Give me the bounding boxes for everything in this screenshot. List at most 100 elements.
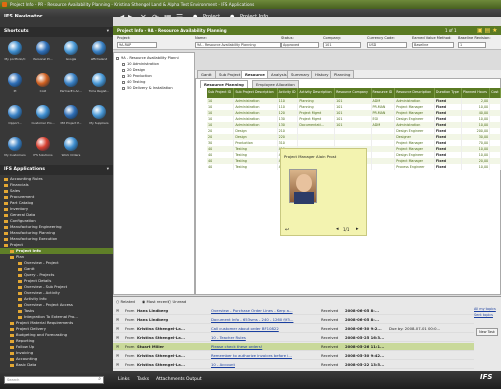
- nav-tree-label: Tasks: [24, 308, 35, 313]
- grid-column-header[interactable]: Resource Description: [394, 88, 435, 98]
- search-placeholder: Search: [7, 378, 20, 382]
- shortcuts-header[interactable]: Shortcuts ▾: [0, 27, 113, 37]
- field-value-input[interactable]: USD: [367, 42, 407, 48]
- grid-column-header[interactable]: Sub Project Description: [233, 88, 278, 98]
- grid-column-header[interactable]: Resource ID: [371, 88, 396, 98]
- project-tree-label: 10 Administration: [127, 62, 160, 66]
- nav-tree-label: Procurement: [10, 194, 35, 199]
- shortcut-item[interactable]: Opport...: [2, 103, 28, 133]
- field-value-input[interactable]: 101: [323, 42, 361, 48]
- nav-tree-label: General Data: [10, 212, 36, 217]
- grid-column-header[interactable]: Duration Type: [434, 88, 463, 98]
- subtab-employee-allocation[interactable]: Employee Allocation: [252, 80, 299, 88]
- filter-radio[interactable]: ◉ Most recent: [142, 299, 169, 304]
- expand-icon[interactable]: [116, 56, 119, 60]
- tab-resource[interactable]: Resource: [241, 70, 269, 78]
- field-value-input[interactable]: Baseline: [412, 42, 454, 48]
- side-link[interactable]: All my topics: [474, 307, 496, 311]
- grid-column-header[interactable]: Resource Company: [334, 88, 372, 98]
- status-tab-tasks[interactable]: Tasks: [137, 371, 149, 389]
- status-tab-output[interactable]: Output: [186, 371, 202, 389]
- toolbar-icons[interactable]: ▣ ▤ ★: [477, 26, 498, 35]
- collapse-icon[interactable]: ▾: [107, 165, 109, 175]
- grid-column-header[interactable]: Sub Project ID: [207, 88, 235, 98]
- shortcut-item[interactable]: My Suppliers: [86, 103, 112, 133]
- received-date: 2008-05-25 16:3...: [345, 335, 385, 340]
- shortcut-item[interactable]: IFS Solutions: [30, 135, 56, 165]
- filter-radio[interactable]: ○ Related: [116, 299, 135, 304]
- grid-column-header[interactable]: Cost: [489, 88, 501, 98]
- conversation-row[interactable]: ✉ From Hans Lindberg Overview - Purchase Or…: [113, 307, 474, 315]
- nav-tree-item[interactable]: Basic Data: [0, 362, 113, 368]
- tab-gantt[interactable]: Gantt: [197, 70, 216, 78]
- nav-tree-label: Invoicing: [16, 350, 34, 355]
- grid-column-header[interactable]: Activity ID: [277, 88, 299, 98]
- expand-icon[interactable]: [122, 68, 125, 72]
- expand-icon[interactable]: [122, 80, 125, 84]
- shortcut-label: Personal Pr...: [33, 57, 53, 61]
- filter-radio[interactable]: ○ Unread: [168, 299, 186, 304]
- topic-subject-link[interactable]: Call customer about order BF10822: [211, 325, 279, 332]
- grid-cell: Process Engineer: [394, 164, 435, 170]
- topic-subject-link[interactable]: Overview - Purchase Order Lines - Kerp a…: [211, 307, 293, 314]
- conversation-row[interactable]: ✉ From Kristina Sthengel-La... Call custome…: [113, 325, 474, 333]
- topic-subject-link[interactable]: Document Info - 653sms - 240 - 1260 f/f3…: [211, 316, 293, 323]
- tab-summary[interactable]: Summary: [287, 70, 314, 78]
- shortcut-item[interactable]: PI: [2, 71, 28, 101]
- navigator-search-box[interactable]: Search ⌕: [4, 376, 104, 384]
- expand-icon[interactable]: [122, 62, 125, 66]
- grid-column-header[interactable]: Activity Description: [297, 88, 336, 98]
- folder-icon: [10, 249, 14, 253]
- shortcut-item[interactable]: afficheland: [86, 39, 112, 69]
- field-value-input[interactable]: 1: [458, 42, 486, 48]
- search-icon[interactable]: ⌕: [98, 376, 101, 382]
- nav-tree-label: Overview - Activity: [24, 290, 60, 295]
- shortcut-item[interactable]: Work Orders: [58, 135, 84, 165]
- previous-icon[interactable]: ◂: [336, 226, 339, 232]
- folder-icon: [4, 189, 8, 193]
- next-icon[interactable]: ▸: [356, 226, 359, 232]
- tab-planning[interactable]: Planning: [330, 70, 355, 78]
- topic-subject-link[interactable]: 10 - Account: [211, 361, 235, 368]
- shortcut-item[interactable]: Mit Project P...: [58, 103, 84, 133]
- shortcut-item[interactable]: My portfolio/C: [2, 39, 28, 69]
- grid-column-header[interactable]: Planned Hours: [461, 88, 491, 98]
- new-task-button[interactable]: New Task: [476, 328, 498, 336]
- conversation-row[interactable]: ✉ From Hans Lindberg Document Info - 653sms…: [113, 316, 474, 324]
- topic-subject-link[interactable]: 10 - Teacher Rules: [211, 334, 246, 341]
- shortcut-item[interactable]: Personal Pr...: [30, 39, 56, 69]
- from-label: From: [125, 317, 135, 322]
- shortcut-item[interactable]: Cold: [30, 71, 56, 101]
- project-tree-node[interactable]: 50 Delivery & Installation: [122, 85, 173, 91]
- field-value-input[interactable]: 9A-RAP: [117, 42, 157, 48]
- folder-icon: [4, 243, 8, 247]
- nav-tree-label: Accounting Rules: [10, 176, 43, 181]
- conversation-row[interactable]: ✉ From Kristina Sthengel-La... Remember to …: [113, 352, 474, 360]
- task-icon: ✉: [116, 353, 120, 358]
- status-tab-attachments[interactable]: Attachments: [156, 371, 185, 389]
- conversation-row[interactable]: ✉ From Stuart Miller Please check these ord…: [113, 343, 474, 351]
- shortcut-item[interactable]: Time Regist...: [86, 71, 112, 101]
- side-link[interactable]: Sent topics: [474, 313, 493, 317]
- folder-icon: [10, 321, 14, 325]
- topic-subject-link[interactable]: Please check these orders!: [211, 343, 262, 350]
- shortcut-item[interactable]: Customer Pro...: [30, 103, 56, 133]
- folder-icon: [10, 327, 14, 331]
- project-structure-tree: 9A - Resource Availability Planni 10 Admi…: [113, 52, 195, 295]
- conversation-row[interactable]: ✉ From Kristina Sthengel-La... 10 - Teacher…: [113, 334, 474, 342]
- shortcut-item[interactable]: My Customers: [2, 135, 28, 165]
- field-value-input[interactable]: 9A - Resource Availability Planning: [195, 42, 281, 48]
- expand-icon[interactable]: [122, 74, 125, 78]
- conversation-row[interactable]: ✉ From Kristina Sthengel-La... 10 - Account…: [113, 361, 474, 369]
- collapse-icon[interactable]: ▾: [107, 27, 109, 37]
- shortcut-item[interactable]: PartnerEn Ac...: [58, 71, 84, 101]
- topic-subject-link[interactable]: Remember to authorize invoices before i.…: [211, 352, 292, 359]
- ifs-applications-header[interactable]: IFS Applications ▾: [0, 165, 113, 175]
- field-value-input[interactable]: Approved: [281, 42, 319, 48]
- subtab-resource-planning[interactable]: Resource Planning: [200, 80, 248, 88]
- status-tab-links[interactable]: Links: [118, 371, 130, 389]
- shortcut-item[interactable]: Google: [58, 39, 84, 69]
- pin-icon[interactable]: ↩: [285, 227, 289, 233]
- shortcut-icon: [8, 73, 22, 87]
- expand-icon[interactable]: [122, 86, 125, 90]
